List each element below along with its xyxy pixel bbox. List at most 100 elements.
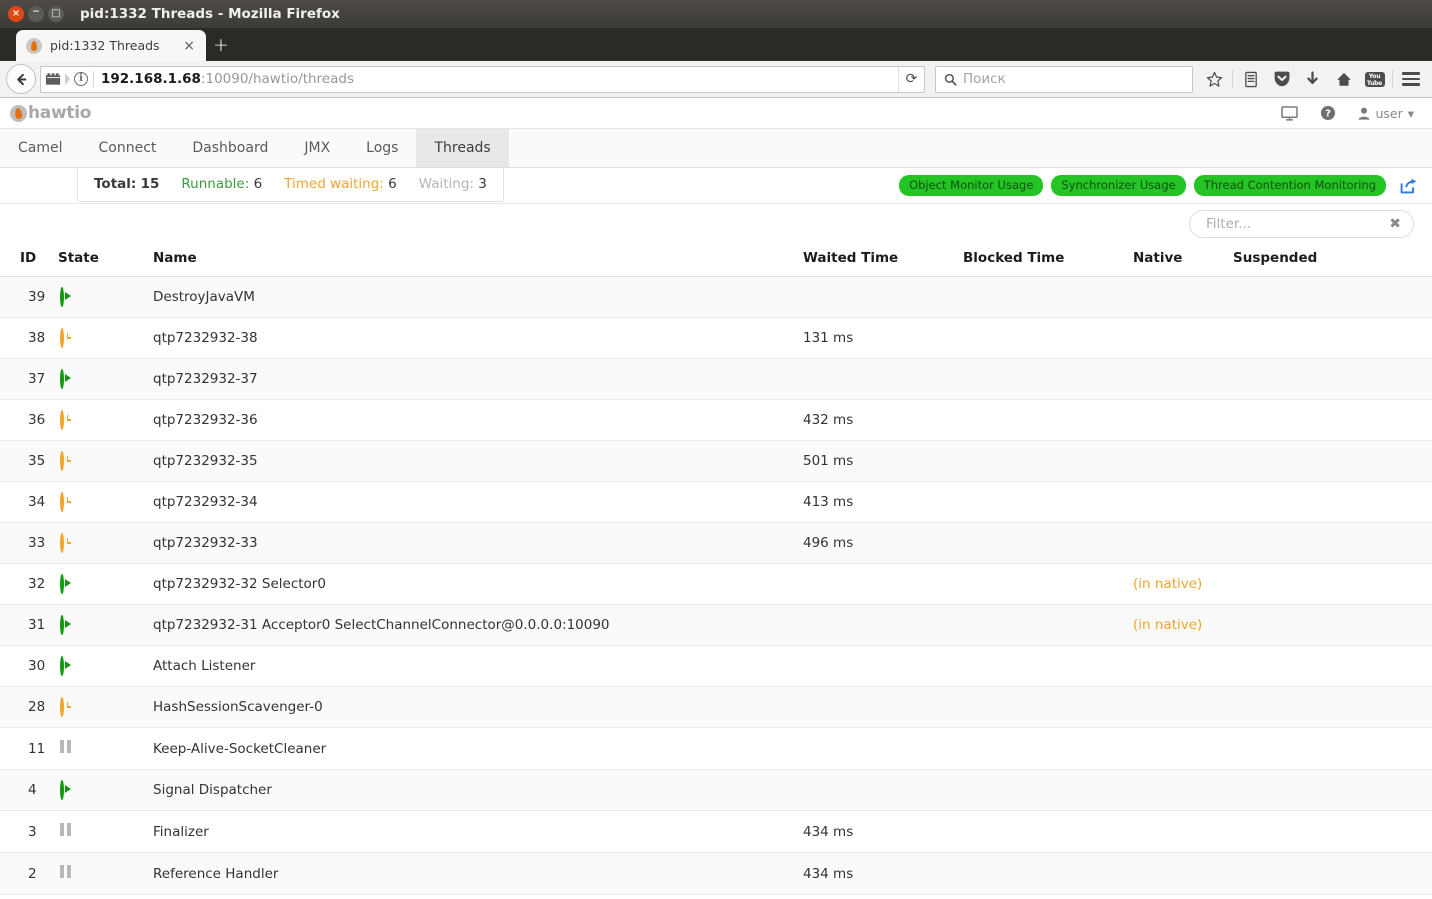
table-row[interactable]: 35 qtp7232932-35 501 ms: [0, 440, 1432, 482]
window-minimize-button[interactable]: −: [28, 6, 44, 22]
table-row[interactable]: 37 qtp7232932-37: [0, 358, 1432, 400]
table-row[interactable]: 39 DestroyJavaVM: [0, 276, 1432, 318]
cell-blocked-time: [963, 810, 1133, 853]
hawtio-main-nav: Camel Connect Dashboard JMX Logs Threads: [0, 129, 1432, 168]
cell-state: [57, 563, 153, 605]
table-row[interactable]: 38 qtp7232932-38 131 ms: [0, 317, 1432, 359]
filter-input[interactable]: Filter... ✖: [1189, 210, 1414, 238]
cell-waited-time: 413 ms: [803, 481, 963, 523]
cell-blocked-time: [963, 399, 1133, 441]
home-icon: [1336, 72, 1351, 86]
badge-synchronizer-usage[interactable]: Synchronizer Usage: [1051, 175, 1186, 196]
badge-thread-contention-monitoring[interactable]: Thread Contention Monitoring: [1193, 175, 1386, 196]
cell-blocked-time: [963, 852, 1133, 895]
cell-id: 3: [0, 810, 57, 853]
reload-button[interactable]: ⟳: [898, 66, 924, 92]
column-header-state[interactable]: State: [57, 244, 153, 277]
table-row[interactable]: 33 qtp7232932-33 496 ms: [0, 522, 1432, 564]
table-row[interactable]: 2 Reference Handler 434 ms: [0, 852, 1432, 895]
cell-native: [1133, 769, 1233, 811]
hamburger-icon: [1401, 72, 1420, 86]
cell-name: qtp7232932-33: [153, 522, 803, 564]
export-button[interactable]: [1394, 178, 1418, 194]
cell-state: [57, 317, 153, 359]
cell-blocked-time: [963, 563, 1133, 605]
column-header-native[interactable]: Native: [1133, 244, 1233, 277]
nav-tab-connect[interactable]: Connect: [81, 129, 175, 167]
summary-total: Total: 15: [94, 176, 160, 192]
cell-name: Signal Dispatcher: [153, 769, 803, 811]
cell-suspended: [1233, 440, 1432, 482]
browser-search-bar[interactable]: Поиск: [935, 65, 1193, 93]
external-link-icon: [1400, 178, 1417, 193]
filter-placeholder[interactable]: Filter...: [1206, 216, 1389, 232]
browser-tabstrip: pid:1332 Threads × +: [0, 28, 1432, 61]
table-row[interactable]: 3 Finalizer 434 ms: [0, 810, 1432, 853]
summary-timed-waiting: Timed waiting: 6: [284, 176, 397, 192]
tab-close-icon[interactable]: ×: [180, 39, 198, 53]
bookmark-star-button[interactable]: [1199, 64, 1230, 94]
screen-button[interactable]: [1281, 105, 1299, 121]
column-header-id[interactable]: ID: [0, 244, 57, 277]
nav-tab-threads[interactable]: Threads: [416, 129, 509, 167]
hawtio-brand-text: hawtio: [28, 103, 92, 123]
site-identity-box[interactable]: [45, 72, 74, 86]
menu-button[interactable]: [1395, 64, 1426, 94]
nav-tab-dashboard[interactable]: Dashboard: [174, 129, 286, 167]
url-text: 192.168.1.68:10090/hawtio/threads: [101, 71, 354, 87]
home-button[interactable]: [1328, 64, 1359, 94]
table-row[interactable]: 32 qtp7232932-32 Selector0 (in native): [0, 563, 1432, 605]
cell-name: qtp7232932-38: [153, 317, 803, 359]
cell-name: qtp7232932-37: [153, 358, 803, 400]
url-bar[interactable]: i 192.168.1.68:10090/hawtio/threads ⟳: [40, 65, 925, 93]
table-row[interactable]: 30 Attach Listener: [0, 645, 1432, 687]
table-row[interactable]: 36 qtp7232932-36 432 ms: [0, 399, 1432, 441]
back-button[interactable]: [6, 64, 36, 94]
help-button[interactable]: ?: [1320, 105, 1336, 121]
state-timed-waiting-icon: [60, 697, 76, 717]
table-row[interactable]: 4 Signal Dispatcher: [0, 769, 1432, 811]
badge-object-monitor-usage[interactable]: Object Monitor Usage: [899, 175, 1044, 196]
hawtio-header-actions: ? user ▾: [1281, 105, 1422, 121]
state-runnable-icon: [60, 656, 76, 676]
table-row[interactable]: 34 qtp7232932-34 413 ms: [0, 481, 1432, 523]
firefox-window: × − □ pid:1332 Threads - Mozilla Firefox…: [0, 0, 1432, 899]
cell-suspended: [1233, 686, 1432, 728]
column-header-name[interactable]: Name: [153, 244, 803, 277]
window-close-button[interactable]: ×: [8, 6, 24, 22]
downloads-button[interactable]: [1297, 64, 1328, 94]
user-menu[interactable]: user ▾: [1358, 106, 1414, 121]
cell-native: [1133, 399, 1233, 441]
search-input-placeholder[interactable]: Поиск: [963, 71, 1006, 87]
browser-tab[interactable]: pid:1332 Threads ×: [16, 30, 206, 61]
pocket-button[interactable]: [1266, 64, 1297, 94]
cell-id: 32: [0, 563, 57, 605]
column-header-waited[interactable]: Waited Time: [803, 244, 963, 277]
clear-filter-icon[interactable]: ✖: [1389, 217, 1401, 231]
table-row[interactable]: 28 HashSessionScavenger-0: [0, 686, 1432, 728]
cell-state: [57, 645, 153, 687]
nav-tab-camel[interactable]: Camel: [0, 129, 81, 167]
nav-tab-jmx[interactable]: JMX: [286, 129, 348, 167]
hawtio-logo[interactable]: hawtio: [10, 103, 91, 123]
column-header-blocked[interactable]: Blocked Time: [963, 244, 1133, 277]
page-info-icon[interactable]: i: [74, 72, 88, 86]
cell-id: 30: [0, 645, 57, 687]
new-tab-button[interactable]: +: [206, 30, 236, 61]
youtube-button[interactable]: You Tube: [1359, 64, 1390, 94]
table-row[interactable]: 31 qtp7232932-31 Acceptor0 SelectChannelC…: [0, 604, 1432, 646]
nav-tab-logs[interactable]: Logs: [348, 129, 416, 167]
table-row[interactable]: 11 Keep-Alive-SocketCleaner: [0, 727, 1432, 770]
column-header-suspended[interactable]: Suspended: [1233, 244, 1432, 277]
cell-state: [57, 727, 153, 770]
threads-table-body: 39 DestroyJavaVM 38 qtp7232932-38 131 ms 37 qt…: [0, 276, 1432, 895]
maximize-icon: □: [51, 8, 61, 19]
state-waiting-icon: [60, 823, 71, 836]
cell-waited-time: 131 ms: [803, 317, 963, 359]
cell-blocked-time: [963, 317, 1133, 359]
window-maximize-button[interactable]: □: [48, 6, 64, 22]
cell-suspended: [1233, 522, 1432, 564]
library-button[interactable]: [1235, 64, 1266, 94]
window-titlebar: × − □ pid:1332 Threads - Mozilla Firefox: [0, 0, 1432, 28]
cell-state: [57, 481, 153, 523]
